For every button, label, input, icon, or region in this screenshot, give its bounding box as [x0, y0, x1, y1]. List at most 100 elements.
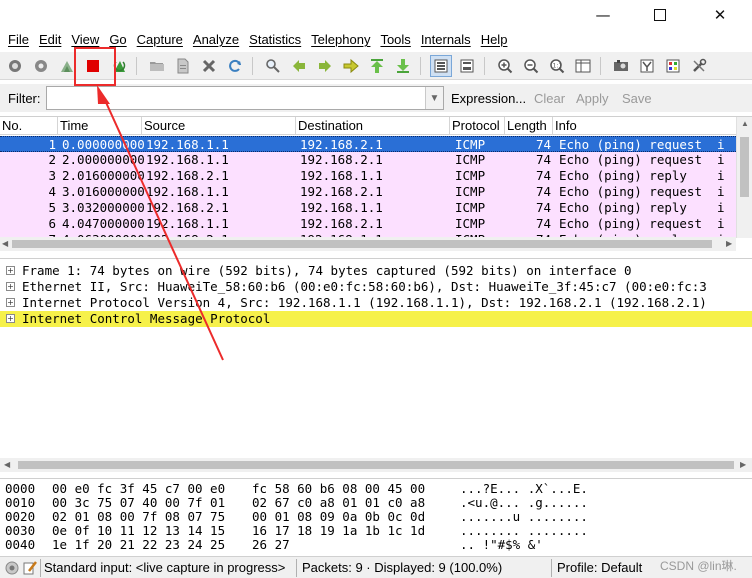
cell-destination: 192.168.2.1 — [300, 216, 383, 231]
zoom-in-icon[interactable] — [494, 55, 516, 77]
preferences-icon[interactable] — [688, 55, 710, 77]
column-header-source[interactable]: Source — [142, 117, 296, 135]
packet-list-horizontal-scrollbar[interactable]: ◀ ▶ — [0, 237, 736, 251]
scroll-right-icon[interactable]: ▶ — [726, 239, 732, 248]
go-forward-icon[interactable] — [314, 55, 336, 77]
column-header-time[interactable]: Time — [58, 117, 142, 135]
scrollbar-thumb[interactable] — [12, 240, 712, 248]
toolbar-separator — [420, 57, 421, 75]
table-row[interactable]: 2 2.000000000 192.168.1.1 192.168.2.1 ICMP 74… — [0, 152, 736, 168]
hex-row[interactable]: 0000 00 e0 fc 3f 45 c7 00 e0 fc 58 60 b6… — [0, 482, 752, 496]
apply-button[interactable]: Apply — [576, 91, 609, 106]
normal-size-icon[interactable]: 1:1 — [546, 55, 568, 77]
stop-capture-icon[interactable] — [82, 55, 104, 77]
detail-row-ethernet[interactable]: + Ethernet II, Src: HuaweiTe_58:60:b6 (0… — [0, 279, 752, 295]
hex-offset: 0040 — [5, 537, 36, 552]
hex-row[interactable]: 0040 1e 1f 20 21 22 23 24 25 26 27 .. !"… — [0, 538, 752, 552]
reload-icon[interactable] — [224, 55, 246, 77]
scroll-left-icon[interactable]: ◀ — [2, 239, 8, 248]
close-window-button[interactable]: ✕ — [697, 0, 743, 30]
go-to-packet-icon[interactable] — [340, 55, 362, 77]
menu-help[interactable]: Help — [476, 31, 513, 49]
detail-row-text: Internet Control Message Protocol — [22, 311, 271, 326]
capture-options-icon[interactable] — [30, 55, 52, 77]
filter-dropdown-button[interactable]: ▼ — [425, 87, 443, 109]
minimize-icon: — — [595, 6, 611, 24]
table-row[interactable]: 3 2.016000000 192.168.2.1 192.168.1.1 ICMP 74… — [0, 168, 736, 184]
menu-go[interactable]: Go — [104, 31, 131, 49]
scrollbar-thumb[interactable] — [740, 137, 749, 197]
column-header-protocol[interactable]: Protocol — [450, 117, 505, 135]
menu-capture[interactable]: Capture — [132, 31, 188, 49]
open-file-icon[interactable] — [146, 55, 168, 77]
menu-file[interactable]: File — [3, 31, 34, 49]
menu-statistics[interactable]: Statistics — [244, 31, 306, 49]
resize-columns-icon[interactable] — [572, 55, 594, 77]
hex-row[interactable]: 0020 02 01 08 00 7f 08 07 75 00 01 08 09… — [0, 510, 752, 524]
auto-scroll-icon[interactable] — [456, 55, 478, 77]
table-row[interactable]: 1 0.000000000 192.168.1.1 192.168.2.1 ICMP 74… — [0, 136, 736, 152]
cell-info: Echo (ping) request i — [559, 216, 725, 231]
find-packet-icon[interactable] — [262, 55, 284, 77]
hex-row[interactable]: 0010 00 3c 75 07 40 00 7f 01 02 67 c0 a8… — [0, 496, 752, 510]
cell-source: 192.168.1.1 — [146, 216, 229, 231]
close-icon: ✕ — [713, 6, 727, 24]
maximize-button[interactable] — [637, 0, 683, 30]
expert-info-icon[interactable] — [4, 560, 20, 576]
expand-icon[interactable]: + — [6, 314, 15, 323]
table-row[interactable]: 6 4.047000000 192.168.1.1 192.168.2.1 ICMP 74… — [0, 216, 736, 232]
profile-text[interactable]: Profile: Default — [557, 560, 642, 575]
colorize-icon[interactable] — [430, 55, 452, 77]
table-row[interactable]: 5 3.032000000 192.168.2.1 192.168.1.1 ICMP 74… — [0, 200, 736, 216]
scroll-left-icon[interactable]: ◀ — [4, 460, 10, 469]
column-header-info[interactable]: Info — [553, 117, 736, 135]
save-file-icon[interactable] — [172, 55, 194, 77]
display-filters-icon[interactable] — [636, 55, 658, 77]
details-horizontal-scrollbar[interactable]: ◀ ▶ — [0, 458, 752, 472]
go-last-icon[interactable] — [392, 55, 414, 77]
menu-internals[interactable]: Internals — [416, 31, 476, 49]
restart-capture-icon[interactable] — [108, 55, 130, 77]
start-capture-icon[interactable] — [56, 55, 78, 77]
go-first-icon[interactable] — [366, 55, 388, 77]
menu-edit[interactable]: Edit — [34, 31, 66, 49]
scroll-right-icon[interactable]: ▶ — [740, 460, 746, 469]
minimize-button[interactable]: — — [580, 0, 626, 30]
expand-icon[interactable]: + — [6, 298, 15, 307]
expression-button[interactable]: Expression... — [451, 91, 526, 106]
capture-comment-icon[interactable] — [22, 560, 38, 576]
zoom-out-icon[interactable] — [520, 55, 542, 77]
expand-icon[interactable]: + — [6, 266, 15, 275]
cell-no: 6 — [48, 216, 56, 231]
clear-button[interactable]: Clear — [534, 91, 565, 106]
save-filter-button[interactable]: Save — [622, 91, 652, 106]
menu-tools[interactable]: Tools — [375, 31, 415, 49]
go-back-icon[interactable] — [288, 55, 310, 77]
detail-row-frame[interactable]: + Frame 1: 74 bytes on wire (592 bits), … — [0, 263, 752, 279]
menu-analyze[interactable]: Analyze — [188, 31, 244, 49]
column-header-destination[interactable]: Destination — [296, 117, 450, 135]
menu-telephony[interactable]: Telephony — [306, 31, 375, 49]
detail-row-ip[interactable]: + Internet Protocol Version 4, Src: 192.… — [0, 295, 752, 311]
hex-offset: 0020 — [5, 509, 36, 524]
scrollbar-thumb[interactable] — [18, 461, 734, 469]
interface-list-icon[interactable] — [4, 55, 26, 77]
close-file-icon[interactable] — [198, 55, 220, 77]
packet-list-vertical-scrollbar[interactable]: ▲ — [736, 117, 752, 238]
toolbar-separator — [252, 57, 253, 75]
hex-ascii: ........ ........ — [460, 523, 588, 538]
hex-row[interactable]: 0030 0e 0f 10 11 12 13 14 15 16 17 18 19… — [0, 524, 752, 538]
capture-filters-icon[interactable] — [610, 55, 632, 77]
expand-icon[interactable]: + — [6, 282, 15, 291]
column-header-length[interactable]: Length — [505, 117, 553, 135]
cell-protocol: ICMP — [455, 137, 486, 152]
detail-row-icmp[interactable]: + Internet Control Message Protocol — [0, 311, 752, 327]
chevron-down-icon: ▼ — [429, 92, 440, 104]
filter-input[interactable] — [46, 86, 444, 110]
coloring-rules-icon[interactable] — [662, 55, 684, 77]
cell-info: Echo (ping) request i — [559, 152, 725, 167]
scroll-up-icon[interactable]: ▲ — [741, 119, 749, 128]
column-header-no[interactable]: No. — [0, 117, 58, 135]
menu-view[interactable]: View — [66, 31, 104, 49]
table-row[interactable]: 4 3.016000000 192.168.1.1 192.168.2.1 ICMP 74… — [0, 184, 736, 200]
